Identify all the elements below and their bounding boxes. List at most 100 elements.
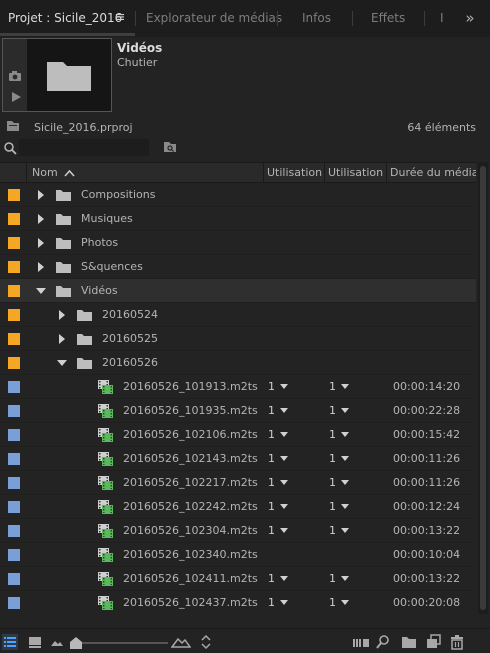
tab-effects[interactable]: Effets <box>371 0 405 37</box>
tab-truncated[interactable]: I <box>440 0 444 37</box>
item-name[interactable]: 20160525 <box>102 327 158 351</box>
sort-ascending-icon[interactable] <box>64 169 75 177</box>
usage-audio-dropdown[interactable]: 1 <box>329 567 349 591</box>
automate-to-sequence-icon[interactable] <box>352 634 370 650</box>
new-search-bin-icon[interactable] <box>163 141 177 153</box>
clip-row[interactable]: 20160526_102437.m2ts 1 1 00:00:20:08 <box>0 591 476 613</box>
item-name[interactable]: 20160526_102143.m2ts <box>123 447 258 471</box>
usage-audio-dropdown[interactable]: 1 <box>329 375 349 399</box>
item-name[interactable]: 20160524 <box>102 303 158 327</box>
label-color-swatch[interactable] <box>8 429 20 441</box>
vertical-scrollbar[interactable] <box>478 162 488 614</box>
panel-menu-icon[interactable]: ≡ <box>113 9 127 27</box>
label-color-swatch[interactable] <box>8 525 20 537</box>
usage-video-dropdown[interactable]: 1 <box>268 447 288 471</box>
label-color-swatch[interactable] <box>8 285 20 297</box>
tab-project[interactable]: Projet : Sicile_2016 <box>8 0 122 37</box>
item-name[interactable]: Vidéos <box>81 279 118 303</box>
usage-video-dropdown[interactable]: 1 <box>268 375 288 399</box>
label-color-swatch[interactable] <box>8 309 20 321</box>
tab-overflow-icon[interactable]: » <box>458 10 482 28</box>
usage-video-dropdown[interactable]: 1 <box>268 495 288 519</box>
label-color-swatch[interactable] <box>8 237 20 249</box>
sort-icon[interactable] <box>200 634 212 650</box>
play-icon[interactable] <box>10 91 22 103</box>
disclosure-expanded-icon[interactable] <box>57 358 67 368</box>
item-name[interactable]: 20160526_102304.m2ts <box>123 519 258 543</box>
list-view-icon[interactable] <box>2 634 18 650</box>
usage-audio-dropdown[interactable]: 1 <box>329 495 349 519</box>
bin-row[interactable]: 20160526 <box>0 351 476 375</box>
label-color-swatch[interactable] <box>8 573 20 585</box>
usage-audio-dropdown[interactable]: 1 <box>329 471 349 495</box>
label-color-swatch[interactable] <box>8 213 20 225</box>
item-name[interactable]: 20160526_102106.m2ts <box>123 423 258 447</box>
clip-row[interactable]: 20160526_102106.m2ts 1 1 00:00:15:42 <box>0 423 476 447</box>
new-bin-icon[interactable] <box>401 634 417 650</box>
label-color-swatch[interactable] <box>8 357 20 369</box>
usage-video-dropdown[interactable]: 1 <box>268 399 288 423</box>
label-color-swatch[interactable] <box>8 477 20 489</box>
trash-icon[interactable] <box>449 634 465 650</box>
disclosure-collapsed-icon[interactable] <box>57 334 67 344</box>
search-icon[interactable] <box>3 141 17 155</box>
tab-media-browser[interactable]: Explorateur de médias <box>146 0 282 37</box>
new-item-icon[interactable] <box>425 634 441 650</box>
label-color-swatch[interactable] <box>8 549 20 561</box>
item-name[interactable]: 20160526_101935.m2ts <box>123 399 258 423</box>
bin-row[interactable]: 20160525 <box>0 327 476 351</box>
search-input[interactable] <box>19 139 149 156</box>
usage-video-dropdown[interactable]: 1 <box>268 471 288 495</box>
usage-video-dropdown[interactable]: 1 <box>268 591 288 613</box>
label-color-swatch[interactable] <box>8 405 20 417</box>
item-name[interactable]: S&quences <box>81 255 143 279</box>
bin-row[interactable]: Musiques <box>0 207 476 231</box>
item-name[interactable]: 20160526_101913.m2ts <box>123 375 258 399</box>
clip-row[interactable]: 20160526_102143.m2ts 1 1 00:00:11:26 <box>0 447 476 471</box>
label-color-swatch[interactable] <box>8 381 20 393</box>
zoom-in-mountain-icon[interactable] <box>171 634 191 650</box>
bin-row[interactable]: Vidéos <box>0 279 476 303</box>
item-name[interactable]: Photos <box>81 231 118 255</box>
bin-row[interactable]: 20160524 <box>0 303 476 327</box>
clip-row[interactable]: 20160526_102242.m2ts 1 1 00:00:12:24 <box>0 495 476 519</box>
column-header-usage-video[interactable]: Utilisation <box>267 163 323 182</box>
item-name[interactable]: Compositions <box>81 183 155 207</box>
find-icon[interactable] <box>375 634 391 650</box>
item-name[interactable]: 20160526_102411.m2ts <box>123 567 258 591</box>
clip-row[interactable]: 20160526_101935.m2ts 1 1 00:00:22:28 <box>0 399 476 423</box>
column-header-usage-audio[interactable]: Utilisation <box>328 163 384 182</box>
disclosure-collapsed-icon[interactable] <box>36 214 46 224</box>
column-header-name[interactable]: Nom <box>32 163 58 182</box>
bin-row[interactable]: Compositions <box>0 183 476 207</box>
usage-video-dropdown[interactable]: 1 <box>268 567 288 591</box>
poster-frame-camera-icon[interactable] <box>8 70 22 82</box>
usage-audio-dropdown[interactable]: 1 <box>329 423 349 447</box>
label-color-swatch[interactable] <box>8 453 20 465</box>
clip-row[interactable]: 20160526_102304.m2ts 1 1 00:00:13:22 <box>0 519 476 543</box>
label-color-swatch[interactable] <box>8 501 20 513</box>
tab-info[interactable]: Infos <box>302 0 331 37</box>
usage-video-dropdown[interactable]: 1 <box>268 519 288 543</box>
disclosure-collapsed-icon[interactable] <box>36 238 46 248</box>
usage-audio-dropdown[interactable]: 1 <box>329 399 349 423</box>
icon-view-icon[interactable] <box>27 634 43 650</box>
usage-audio-dropdown[interactable]: 1 <box>329 519 349 543</box>
item-name[interactable]: 20160526_102437.m2ts <box>123 591 258 613</box>
usage-video-dropdown[interactable]: 1 <box>268 423 288 447</box>
column-header-media-duration[interactable]: Durée du média <box>390 163 476 182</box>
label-color-swatch[interactable] <box>8 261 20 273</box>
clip-row[interactable]: 20160526_102411.m2ts 1 1 00:00:13:22 <box>0 567 476 591</box>
item-name[interactable]: 20160526 <box>102 351 158 375</box>
item-name[interactable]: 20160526_102242.m2ts <box>123 495 258 519</box>
zoom-slider-track[interactable] <box>82 642 168 644</box>
item-name[interactable]: 20160526_102340.m2ts <box>123 543 258 567</box>
label-color-swatch[interactable] <box>8 597 20 609</box>
label-color-swatch[interactable] <box>8 189 20 201</box>
scrollbar-thumb[interactable] <box>480 166 486 610</box>
label-color-swatch[interactable] <box>8 333 20 345</box>
zoom-out-mountain-icon[interactable] <box>49 634 65 650</box>
usage-audio-dropdown[interactable]: 1 <box>329 447 349 471</box>
disclosure-collapsed-icon[interactable] <box>57 310 67 320</box>
bin-row[interactable]: S&quences <box>0 255 476 279</box>
